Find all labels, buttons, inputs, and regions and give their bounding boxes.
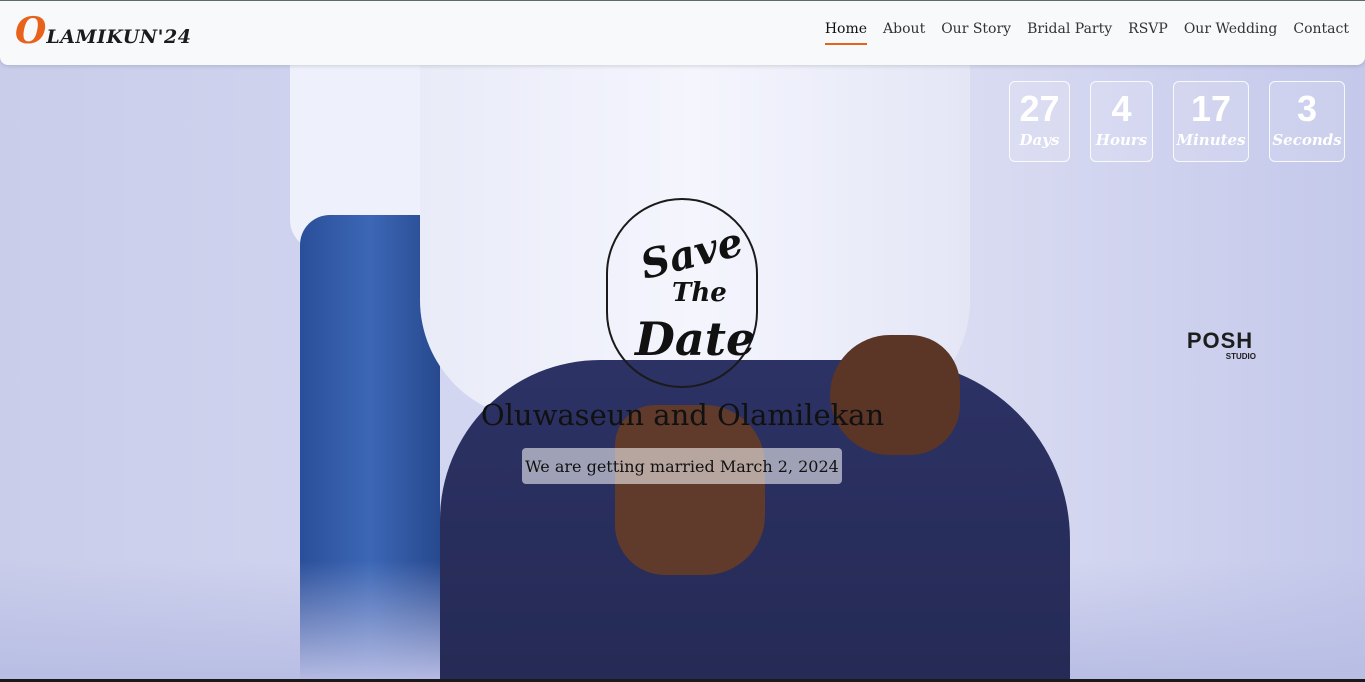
nav-our-wedding[interactable]: Our Wedding (1184, 21, 1278, 45)
watermark-sub: STUDIO (1225, 352, 1256, 361)
wedding-tagline: We are getting married March 2, 2024 (522, 448, 842, 484)
hero-background: POSH STUDIO Save The Date Oluwaseun and … (0, 0, 1365, 682)
brand-initial: O (15, 10, 47, 52)
countdown-seconds: 3 Seconds (1269, 81, 1345, 162)
nav-bridal-party[interactable]: Bridal Party (1027, 21, 1112, 45)
brand-logo[interactable]: O LAMIKUN'24 (15, 13, 191, 49)
save-the-date-line2: The (672, 278, 727, 308)
countdown-hours-label: Hours (1095, 131, 1148, 149)
photo-watermark: POSH STUDIO (1184, 328, 1256, 362)
photo-hand-right (830, 335, 960, 455)
countdown-seconds-label: Seconds (1272, 131, 1342, 149)
save-the-date-line3: Date (635, 312, 756, 366)
countdown-timer: 27 Days 4 Hours 17 Minutes 3 Seconds (1009, 81, 1345, 162)
countdown-minutes: 17 Minutes (1173, 81, 1249, 162)
countdown-days: 27 Days (1009, 81, 1070, 162)
watermark-main: POSH (1186, 328, 1254, 353)
countdown-hours: 4 Hours (1090, 81, 1153, 162)
nav-rsvp[interactable]: RSVP (1128, 21, 1168, 45)
countdown-hours-value: 4 (1111, 88, 1132, 129)
save-the-date-badge: Save The Date (606, 198, 758, 388)
countdown-seconds-value: 3 (1296, 88, 1318, 129)
brand-name: LAMIKUN'24 (46, 26, 192, 48)
nav-contact[interactable]: Contact (1293, 21, 1349, 45)
nav-links: Home About Our Story Bridal Party RSVP O… (824, 21, 1349, 45)
nav-our-story[interactable]: Our Story (941, 21, 1011, 45)
navbar: O LAMIKUN'24 Home About Our Story Bridal… (0, 0, 1365, 65)
couple-names: Oluwaseun and Olamilekan (480, 398, 885, 432)
nav-home[interactable]: Home (824, 21, 868, 45)
nav-about[interactable]: About (883, 21, 925, 45)
countdown-minutes-label: Minutes (1176, 131, 1246, 149)
countdown-days-label: Days (1019, 131, 1060, 149)
countdown-days-value: 27 (1019, 88, 1060, 129)
countdown-minutes-value: 17 (1190, 88, 1232, 129)
